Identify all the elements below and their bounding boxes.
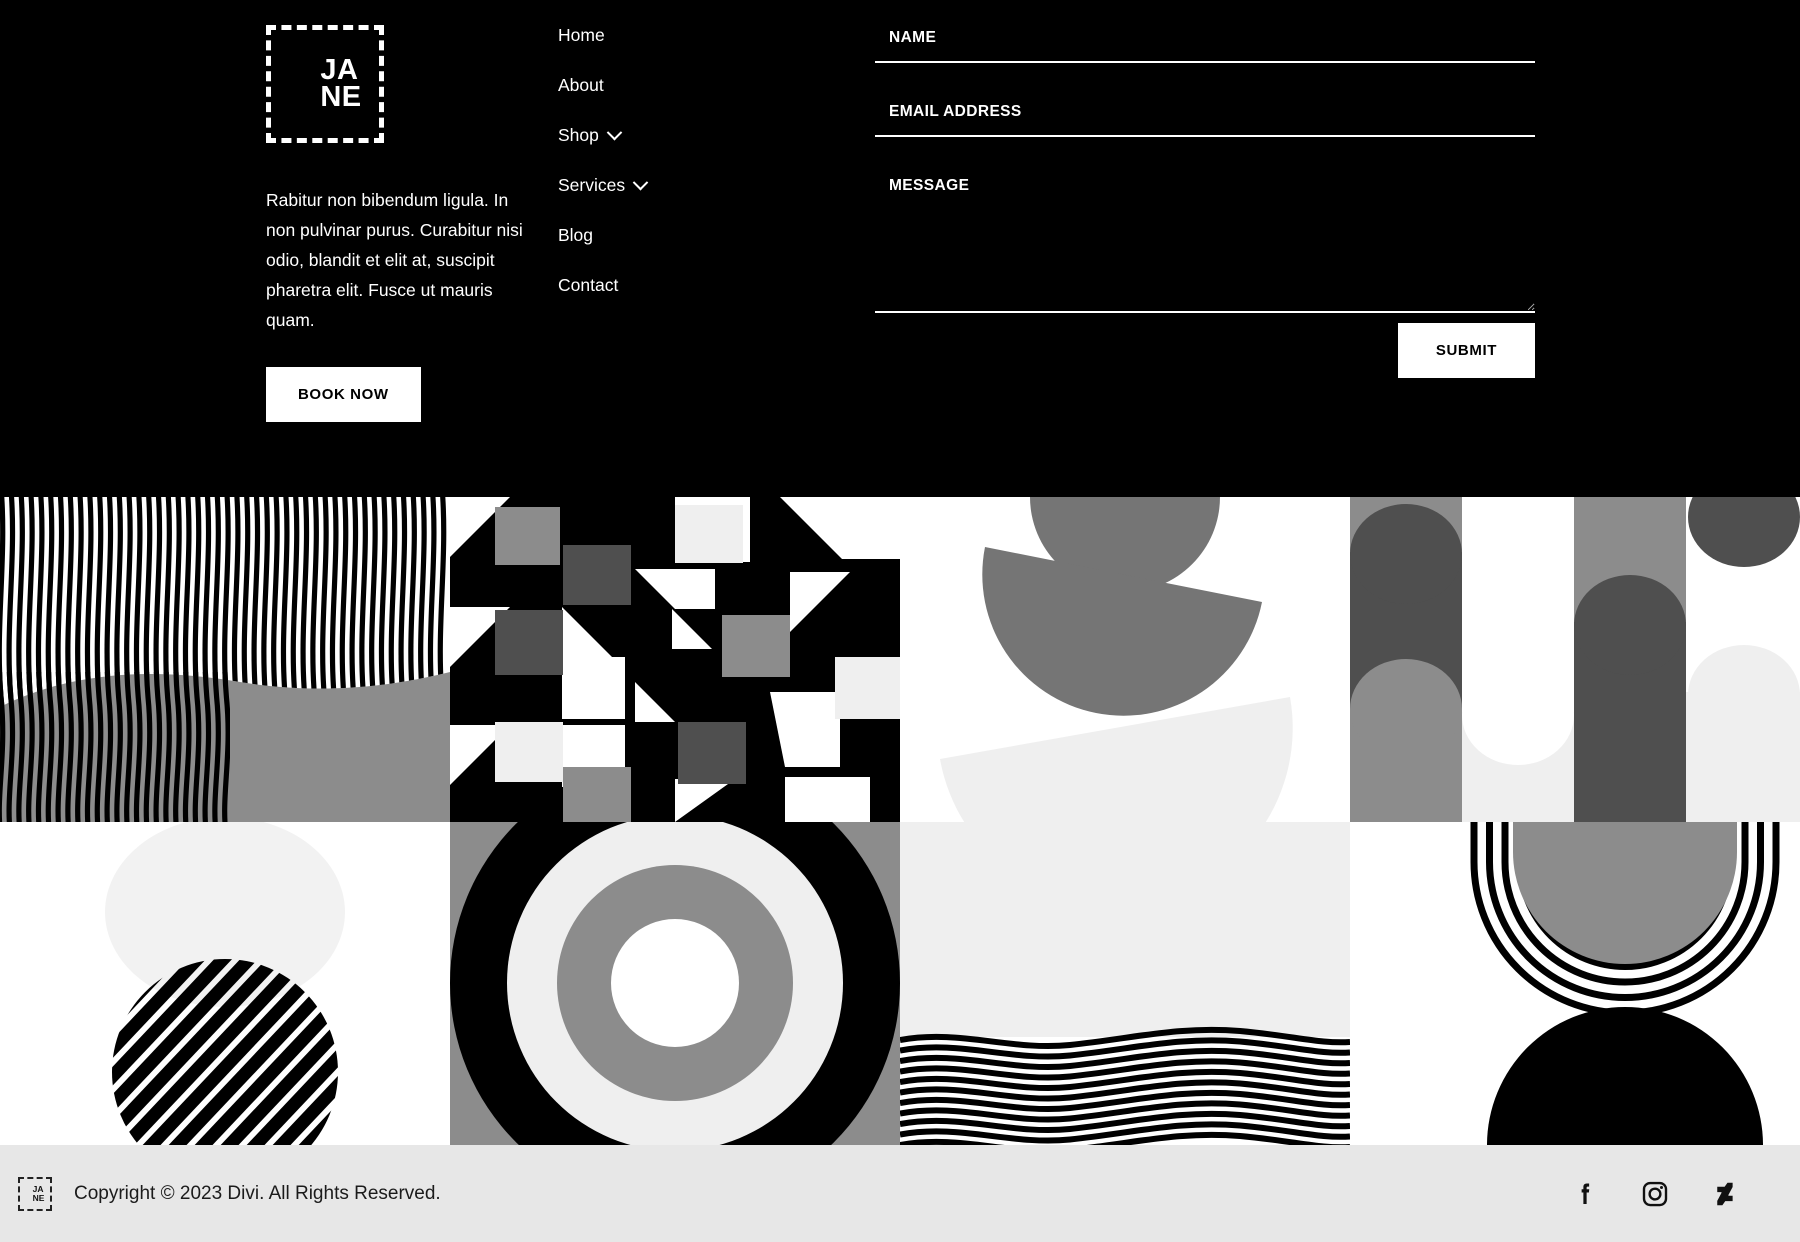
image-gallery-grid [0, 497, 1800, 1145]
message-textarea[interactable] [875, 173, 1535, 313]
brand-description: Rabitur non bibendum ligula. In non pulv… [266, 190, 523, 331]
contact-form: SUBMIT [875, 25, 1800, 497]
submit-row: SUBMIT [875, 323, 1535, 378]
footer-nav-column: Home About Shop Services Blog Contact [525, 25, 875, 497]
nav-item-contact[interactable]: Contact [558, 275, 618, 296]
nav-label: Blog [558, 225, 594, 245]
nav-label: Shop [558, 125, 599, 145]
instagram-icon[interactable] [1640, 1179, 1670, 1209]
submit-button[interactable]: SUBMIT [1397, 323, 1535, 378]
nav-label: Services [558, 175, 626, 195]
footer-brand-column: JA NE Rabitur non bibendum ligula. In no… [0, 25, 525, 497]
gallery-tile-geometric-blocks[interactable] [450, 497, 900, 822]
footer-nav-list: Home About Shop Services Blog Contact [558, 25, 875, 296]
book-now-button[interactable]: BOOK NOW [266, 367, 421, 423]
gallery-tile-concentric-circles[interactable] [450, 822, 900, 1145]
nav-label: About [558, 75, 604, 95]
jane-mini-logo-text: JA NE [32, 1184, 45, 1203]
gallery-tile-semicircle-bowls[interactable] [900, 497, 1350, 822]
nav-item-services[interactable]: Services [558, 174, 649, 196]
nav-label: Home [558, 25, 605, 45]
deviantart-icon[interactable] [1710, 1179, 1740, 1209]
nav-item-about[interactable]: About [558, 75, 604, 96]
social-links [1570, 1179, 1740, 1209]
copyright-text: Copyright © 2023 Divi. All Rights Reserv… [74, 1182, 441, 1204]
name-input[interactable] [875, 25, 1535, 63]
facebook-icon[interactable] [1570, 1179, 1600, 1209]
gallery-tile-wavy-vertical-stripes[interactable] [0, 497, 450, 822]
chevron-down-icon [632, 174, 649, 191]
nav-item-shop[interactable]: Shop [558, 124, 623, 146]
footer-bottom-bar: JA NE Copyright © 2023 Divi. All Rights … [0, 1145, 1800, 1242]
jane-logo[interactable]: JA NE [266, 25, 384, 143]
footer-main-section: JA NE Rabitur non bibendum ligula. In no… [0, 0, 1800, 497]
gallery-tile-arch-columns[interactable] [1350, 497, 1800, 822]
gallery-tile-arch-rings[interactable] [1350, 822, 1800, 1145]
nav-item-home[interactable]: Home [558, 25, 605, 46]
jane-logo-text: JA NE [320, 54, 362, 113]
gallery-tile-wave-lines[interactable] [900, 822, 1350, 1145]
gallery-tile-diagonal-striped-circle[interactable] [0, 822, 450, 1145]
nav-label: Contact [558, 275, 619, 295]
email-input[interactable] [875, 99, 1535, 137]
chevron-down-icon [606, 124, 623, 141]
nav-item-blog[interactable]: Blog [558, 225, 593, 246]
jane-mini-logo[interactable]: JA NE [18, 1176, 52, 1211]
